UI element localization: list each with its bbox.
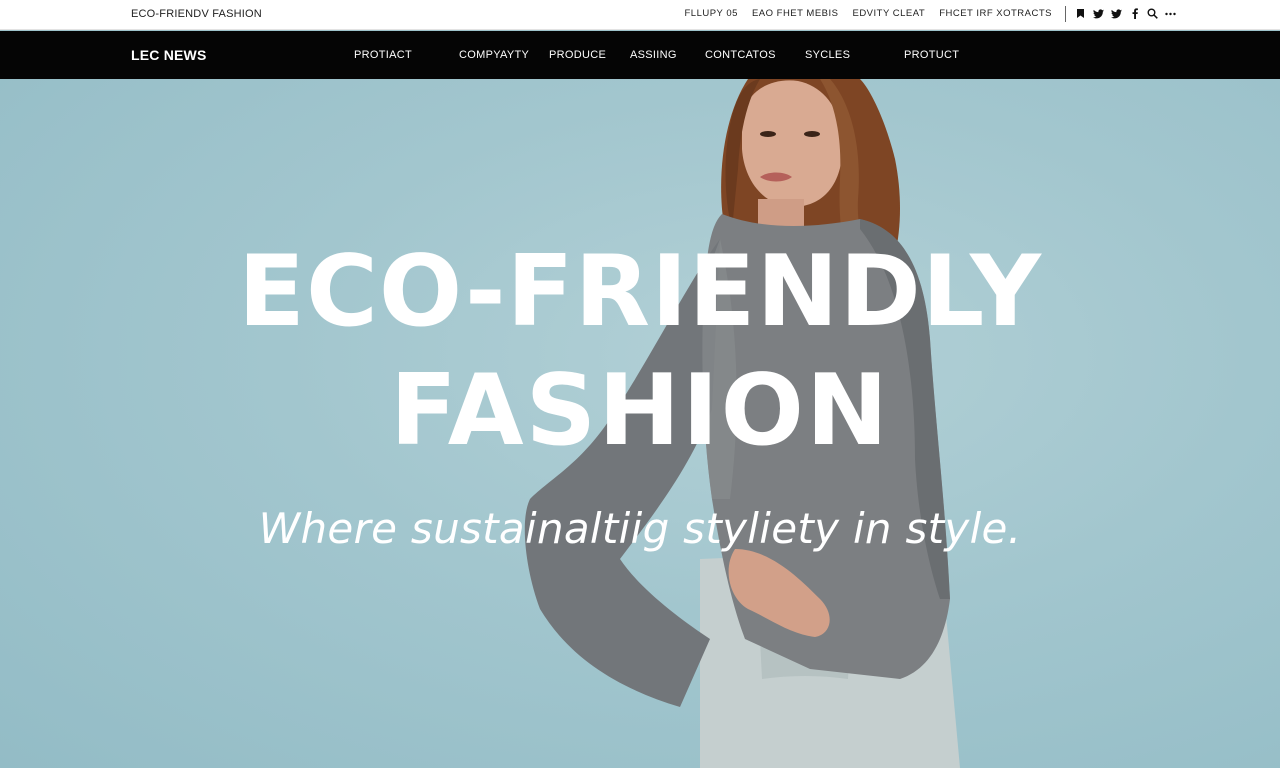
nav-item-produce[interactable]: PRODUCE — [549, 49, 606, 61]
bookmark-icon[interactable] — [1075, 7, 1086, 20]
utility-link-2[interactable]: EAO FHET MEBIS — [752, 8, 839, 19]
twitter-icon[interactable] — [1093, 7, 1104, 20]
hero-headline-line-1: ECO-FRIENDLY — [238, 235, 1042, 349]
utility-link-4[interactable]: FHCET IRF XOTRACTS — [939, 8, 1052, 19]
twitter-icon[interactable] — [1111, 7, 1122, 20]
social-icons — [1075, 7, 1176, 20]
nav-item-assiing[interactable]: ASSIING — [630, 49, 677, 61]
utility-links: FLLUPY 05 EAO FHET MEBIS EDVITY CLEAT FH… — [684, 8, 1052, 19]
more-icon[interactable] — [1165, 7, 1176, 20]
utility-link-1[interactable]: FLLUPY 05 — [684, 8, 737, 19]
nav-item-contcatos[interactable]: CONTCATOS — [705, 49, 776, 61]
hero-headline-line-2: FASHION — [390, 354, 890, 468]
nav-item-protuct[interactable]: PROTUCT — [904, 49, 959, 61]
nav-item-protiact[interactable]: PROTIACT — [354, 49, 412, 61]
hero-banner: ECO-FRIENDLY FASHION Where sustainaltiig… — [0, 79, 1280, 768]
utility-link-3[interactable]: EDVITY CLEAT — [852, 8, 925, 19]
hero-tagline: Where sustainaltiig styliety in style. — [258, 504, 1022, 553]
brand-logo[interactable]: LEC NEWS — [131, 47, 207, 63]
search-icon[interactable] — [1147, 7, 1158, 20]
utility-divider — [1065, 6, 1066, 22]
page: ECO-FRIENDV FASHION FLLUPY 05 EAO FHET M… — [0, 0, 1280, 768]
nav-item-sycles[interactable]: SYCLES — [805, 49, 850, 61]
site-title: ECO-FRIENDV FASHION — [131, 8, 262, 20]
nav-item-compyayty[interactable]: COMPYAYTY — [459, 49, 529, 61]
facebook-icon[interactable] — [1129, 7, 1140, 20]
main-nav: LEC NEWS PROTIACT COMPYAYTY PRODUCE ASSI… — [0, 31, 1280, 79]
utility-bar: ECO-FRIENDV FASHION FLLUPY 05 EAO FHET M… — [0, 0, 1280, 30]
